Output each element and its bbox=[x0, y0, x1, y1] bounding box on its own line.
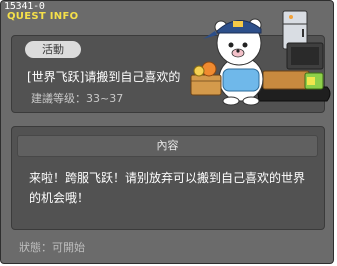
quest-info-window: 15341-0 QUEST INFO 活動 [世界飞跃]请搬到自己喜欢的 建議等… bbox=[0, 0, 334, 264]
window-title: QUEST INFO bbox=[7, 11, 79, 22]
content-header: 內容 bbox=[17, 135, 318, 157]
recommended-level: 建議等级：33~37 bbox=[31, 92, 124, 105]
quest-status: 狀態：可開始 bbox=[19, 241, 85, 254]
quest-name: [世界飞跃]请搬到自己喜欢的 bbox=[27, 70, 181, 84]
category-badge: 活動 bbox=[25, 41, 81, 58]
content-body: 来啦！跨服飞跃！请别放弃可以搬到自己喜欢的世界的机会哦！ bbox=[29, 171, 306, 205]
mover-bear-icon bbox=[190, 10, 331, 106]
